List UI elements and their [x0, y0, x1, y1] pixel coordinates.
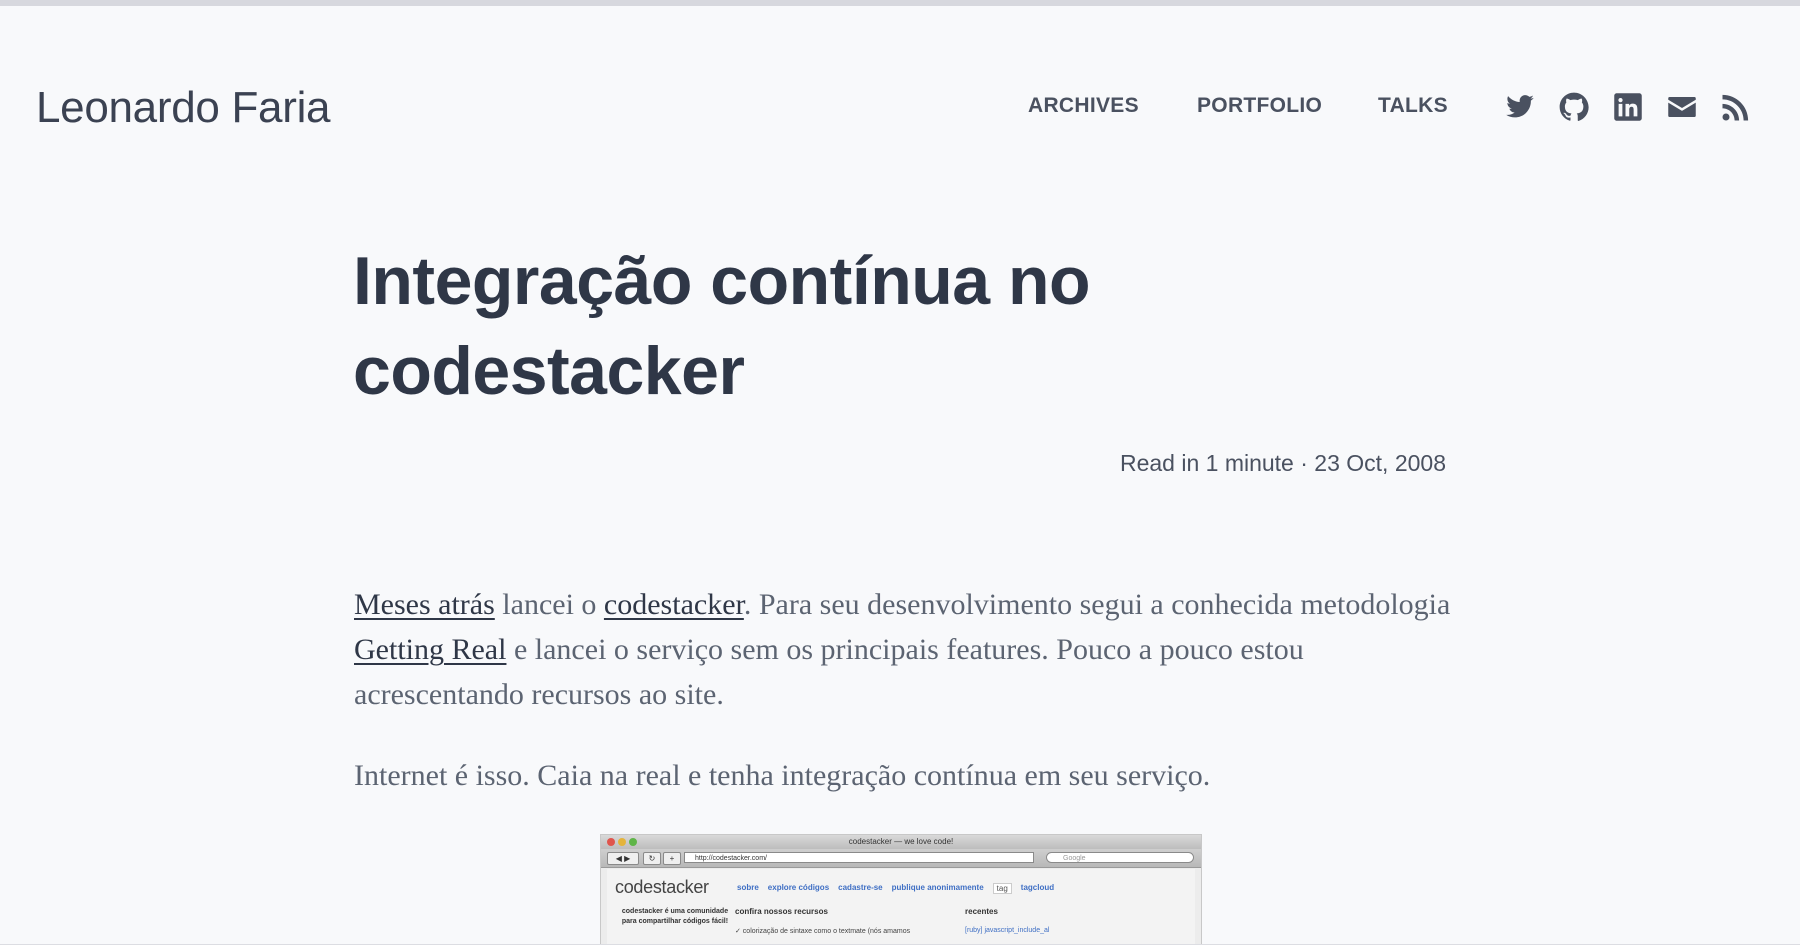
screenshot-heading-features: confira nossos recursos — [735, 907, 828, 916]
screenshot-tag: tag — [992, 883, 1012, 894]
screenshot-search: Google — [1046, 852, 1194, 863]
screenshot-link: publique anonimamente — [891, 883, 984, 892]
post-title: Integração contínua no codestacker — [353, 243, 1091, 409]
screenshot-titlebar: codestacker — we love code! — [601, 835, 1201, 849]
link-codestacker[interactable]: codestacker — [604, 588, 744, 621]
rss-icon[interactable] — [1719, 90, 1753, 124]
reload-icon: ↻ — [643, 852, 661, 865]
window-buttons — [607, 838, 637, 846]
back-forward-icon: ◀ ▶ — [607, 852, 639, 865]
linkedin-icon[interactable] — [1611, 90, 1645, 124]
post-content: Meses atrás lancei o codestacker. Para s… — [354, 582, 1454, 834]
screenshot-link: cadastre-se — [838, 883, 883, 892]
codestacker-screenshot-image: codestacker — we love code! ◀ ▶ ↻ + http… — [600, 834, 1202, 945]
screenshot-toolbar: ◀ ▶ ↻ + http://codestacker.com/ Google — [601, 849, 1201, 868]
link-getting-real[interactable]: Getting Real — [354, 633, 506, 666]
link-meses-atras[interactable]: Meses atrás — [354, 588, 495, 621]
screenshot-link: explore códigos — [767, 883, 830, 892]
paragraph-text: . Para seu desenvolvimento segui a conhe… — [743, 588, 1451, 621]
paragraph-text: lancei o — [494, 588, 604, 621]
screenshot-link: tagcloud — [1020, 883, 1055, 892]
paragraph-2: Internet é isso. Caia na real e tenha in… — [354, 759, 1211, 792]
screenshot-heading-recent: recentes — [965, 907, 998, 916]
nav-archives[interactable]: ARCHIVES — [1028, 92, 1139, 120]
screenshot-side-text: codestacker é uma comunidade para compar… — [621, 908, 729, 925]
github-icon[interactable] — [1557, 90, 1591, 124]
screenshot-url: http://codestacker.com/ — [684, 852, 1034, 863]
paragraph-1: Meses atrás lancei o codestacker. Para s… — [354, 582, 1454, 717]
mail-icon[interactable] — [1665, 90, 1699, 124]
screenshot-recent-item: [ruby] javascript_include_al — [965, 927, 1050, 934]
nav-portfolio[interactable]: PORTFOLIO — [1197, 92, 1322, 120]
screenshot-window-title: codestacker — we love code! — [848, 837, 954, 846]
screenshot-links: sobre explore códigos cadastre-se publiq… — [737, 883, 1054, 894]
twitter-icon[interactable] — [1503, 90, 1537, 124]
post-meta: Read in 1 minute · 23 Oct, 2008 — [1119, 450, 1446, 476]
add-icon: + — [663, 852, 681, 865]
screenshot-feature-item: ✓ colorização de sintaxe como o textmate… — [735, 928, 911, 935]
screenshot-page: codestacker sobre explore códigos cadast… — [607, 869, 1195, 945]
nav-talks[interactable]: TALKS — [1378, 92, 1448, 120]
screenshot-link: sobre — [737, 883, 759, 892]
screenshot-logo: codestacker — [615, 877, 709, 897]
top-border — [0, 0, 1800, 6]
site-title-link[interactable]: Leonardo Faria — [36, 78, 331, 138]
